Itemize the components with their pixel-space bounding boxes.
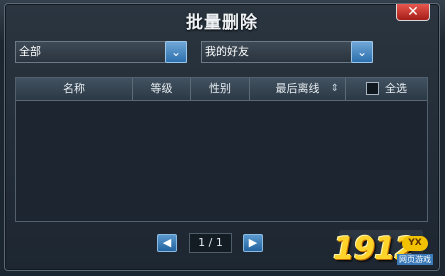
site-watermark-logo: 1912 YX 网页游戏 [333,231,443,271]
arrow-left-icon: ◀ [162,236,172,249]
friend-table: 名称 等级 性别 最后离线 ⇕ 全选 [15,77,428,222]
close-button[interactable]: ✕ [396,4,430,21]
page-indicator: 1 / 1 [189,233,232,253]
arrow-right-icon: ▶ [248,236,258,249]
dialog-title: 批量删除 [186,13,258,33]
friend-group-select[interactable]: 我的好友 ⌄ [201,41,373,63]
watermark-badge: YX [402,236,428,251]
column-header-name[interactable]: 名称 [16,78,133,100]
column-header-last-offline[interactable]: 最后离线 ⇕ [250,78,346,100]
prev-page-button[interactable]: ◀ [157,234,177,252]
select-all-checkbox[interactable] [366,81,379,95]
close-icon: ✕ [407,4,419,20]
category-select-value: 全部 [19,45,41,58]
sort-icon[interactable]: ⇕ [331,78,339,100]
select-all-label: 全选 [385,82,407,95]
chevron-down-icon[interactable]: ⌄ [165,41,187,63]
column-header-last-offline-label: 最后离线 [275,82,320,95]
watermark-subtitle: 网页游戏 [397,254,433,265]
next-page-button[interactable]: ▶ [243,234,263,252]
friend-group-select-value: 我的好友 [205,45,249,58]
category-select[interactable]: 全部 ⌄ [15,41,187,63]
column-header-level[interactable]: 等级 [133,78,191,100]
column-header-select-all[interactable]: 全选 [346,78,427,100]
chevron-down-icon[interactable]: ⌄ [351,41,373,63]
column-header-gender[interactable]: 性别 [191,78,250,100]
table-header: 名称 等级 性别 最后离线 ⇕ 全选 [16,78,427,101]
